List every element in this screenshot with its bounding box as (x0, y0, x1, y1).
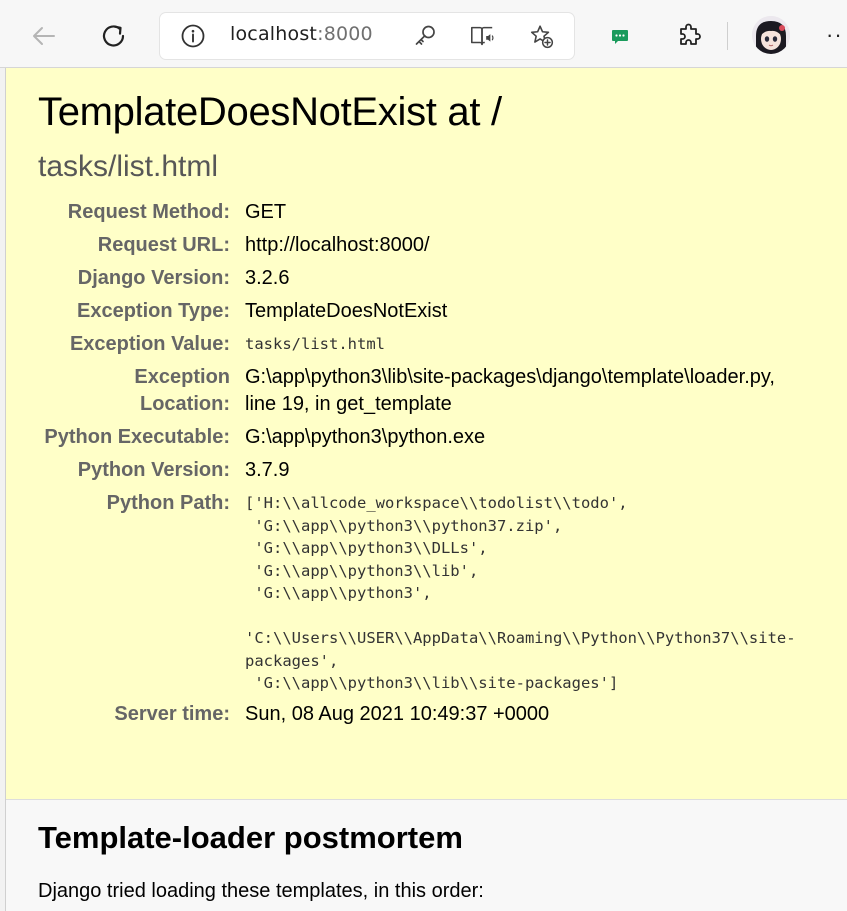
python-path-line: 'G:\\app\\python3\\DLLs', (245, 539, 488, 557)
meta-label: Exception Value: (69, 333, 230, 355)
meta-value: tasks/list.html (245, 335, 385, 353)
puzzle-icon[interactable] (671, 18, 707, 54)
info-icon[interactable] (180, 23, 206, 49)
meta-label: Python Executable: (44, 426, 230, 448)
more-icon[interactable]: ·· (826, 24, 843, 46)
request-meta-table: Request Method: GET Request URL: http://… (38, 195, 796, 730)
meta-label: Python Version: (77, 459, 230, 481)
error-summary: TemplateDoesNotExist at / tasks/list.htm… (6, 68, 847, 800)
profile-avatar[interactable] (752, 16, 790, 54)
meta-value: G:\app\python3\python.exe (245, 426, 486, 448)
browser-toolbar: localhost:8000 ·· (0, 0, 847, 68)
meta-value: TemplateDoesNotExist (245, 300, 448, 322)
meta-row-request-url: Request URL: http://localhost:8000/ (38, 228, 796, 261)
django-error-page: TemplateDoesNotExist at / tasks/list.htm… (5, 68, 847, 911)
address-text[interactable]: localhost:8000 (230, 23, 373, 45)
meta-row-exception-value: Exception Value: tasks/list.html (38, 327, 796, 360)
meta-label: Python Path: (106, 492, 230, 514)
postmortem-intro: Django tried loading these templates, in… (38, 880, 484, 902)
add-favorite-icon[interactable] (528, 23, 554, 49)
meta-label: Exception Location: (134, 366, 230, 415)
python-path-line: 'G:\\app\\python3\\python37.zip', (245, 516, 563, 535)
meta-row-python-path: Python Path: ['H:\\allcode_workspace\\to… (38, 486, 796, 697)
meta-value: G:\app\python3\lib\site-packages\django\… (245, 366, 775, 415)
address-port: :8000 (317, 23, 373, 45)
template-postmortem: Template-loader postmortem Django tried … (6, 800, 847, 904)
extension-badge-icon[interactable] (602, 18, 638, 54)
python-path-line (245, 605, 796, 628)
python-path-line: packages', (245, 651, 339, 670)
python-path-line: 'G:\\app\\python3\\lib', (245, 561, 479, 580)
address-host: localhost (230, 23, 318, 45)
key-icon[interactable] (412, 23, 438, 49)
error-title: TemplateDoesNotExist at / (38, 90, 502, 134)
python-path-line: ['H:\\allcode_workspace\\todolist\\todo'… (245, 494, 628, 512)
meta-row-python-executable: Python Executable: G:\app\python3\python… (38, 420, 796, 453)
reload-icon[interactable] (96, 18, 132, 54)
postmortem-heading: Template-loader postmortem (38, 820, 463, 855)
meta-value: http://localhost:8000/ (245, 234, 430, 256)
meta-value: GET (245, 201, 287, 223)
meta-label: Django Version: (77, 267, 230, 289)
meta-row-request-method: Request Method: GET (38, 195, 796, 228)
python-path-line: 'G:\\app\\python3', (245, 584, 432, 602)
toolbar-divider (727, 22, 728, 50)
meta-label: Server time: (114, 702, 230, 725)
meta-value: 3.2.6 (245, 267, 290, 289)
meta-row-django-version: Django Version: 3.2.6 (38, 261, 796, 294)
meta-label: Request URL: (97, 234, 230, 256)
python-path-value: ['H:\\allcode_workspace\\todolist\\todo'… (245, 486, 796, 697)
meta-row-python-version: Python Version: 3.7.9 (38, 453, 796, 486)
meta-row-exception-type: Exception Type: TemplateDoesNotExist (38, 294, 796, 327)
back-arrow-icon[interactable] (26, 18, 62, 54)
meta-label: Exception Type: (77, 300, 230, 322)
meta-value: 3.7.9 (245, 459, 290, 481)
address-bar[interactable]: localhost:8000 (160, 13, 574, 59)
meta-value: Sun, 08 Aug 2021 10:49:37 +0000 (245, 702, 550, 725)
python-path-line: 'C:\\Users\\USER\\AppData\\Roaming\\Pyth… (245, 629, 796, 647)
meta-row-server-time: Server time: Sun, 08 Aug 2021 10:49:37 +… (38, 697, 796, 730)
python-path-line: 'G:\\app\\python3\\lib\\site-packages'] (245, 674, 619, 692)
meta-label: Request Method: (67, 201, 230, 223)
error-subtitle: tasks/list.html (38, 150, 219, 183)
meta-row-exception-location: Exception Location: G:\app\python3\lib\s… (38, 360, 796, 420)
immersive-reader-icon[interactable] (469, 23, 495, 49)
